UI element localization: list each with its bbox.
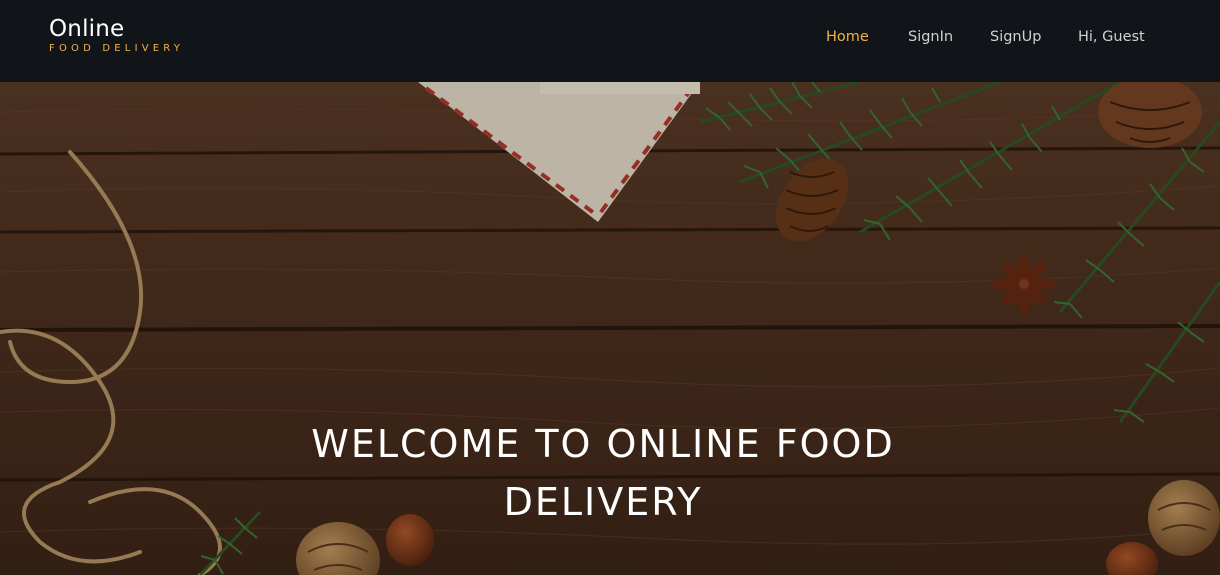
navbar: Online FOOD DELIVERY Home SignIn SignUp …	[0, 0, 1220, 82]
hero-banner: WELCOME TO ONLINE FOOD DELIVERY	[0, 82, 1220, 575]
nav-item-home[interactable]: Home	[826, 29, 869, 45]
brand-logo[interactable]: Online FOOD DELIVERY	[49, 16, 184, 55]
nav-item-user-greeting[interactable]: Hi, Guest	[1078, 29, 1145, 45]
nav-item-signin[interactable]: SignIn	[908, 29, 953, 45]
nav-item-signup[interactable]: SignUp	[990, 29, 1041, 45]
brand-name: Online	[49, 16, 125, 42]
brand-tagline: FOOD DELIVERY	[49, 43, 185, 54]
hero-title: WELCOME TO ONLINE FOOD DELIVERY	[311, 422, 895, 524]
